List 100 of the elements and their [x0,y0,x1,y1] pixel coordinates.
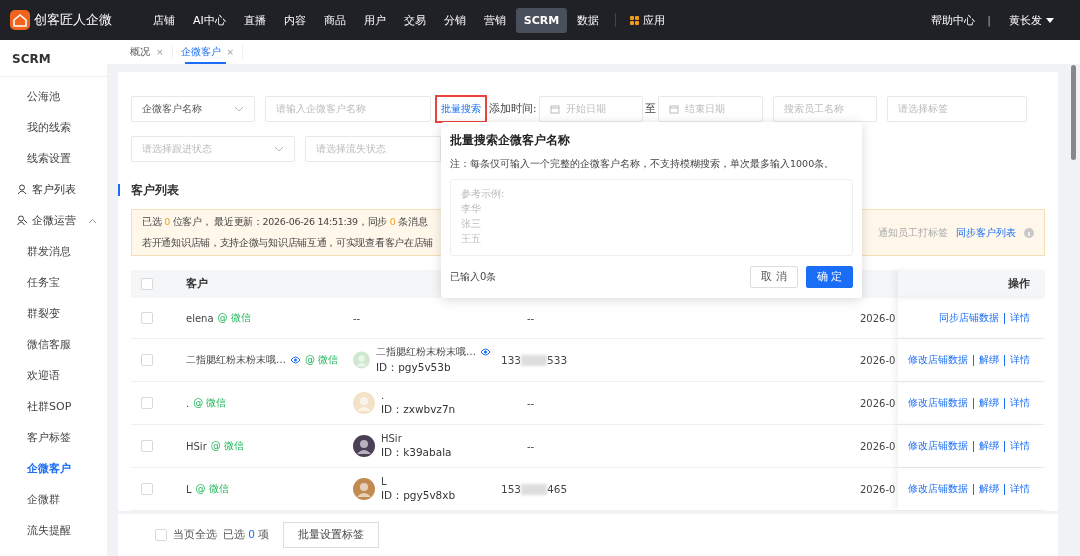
nav-item[interactable]: 交易 [395,6,434,34]
chevron-up-icon [88,217,97,224]
sidebar-item[interactable]: 社群SOP [0,391,107,422]
batch-tag-button[interactable]: 批量设置标签 [283,522,380,548]
nav-item[interactable]: AI中心 [185,6,234,34]
eye-icon [290,356,301,364]
member-id: ID：zxwbvz7n [381,402,456,417]
phone-prefix: 133 [501,354,522,366]
member-name: . [381,389,385,401]
nav-item[interactable]: 用户 [355,6,394,34]
checkbox[interactable] [155,529,167,541]
table-cell: -- [527,397,535,409]
user-icon [17,184,28,195]
nav-item[interactable]: 商品 [315,6,354,34]
action-link[interactable]: 解绑 [979,439,999,453]
date-separator: 至 [644,102,656,116]
sidebar-item[interactable]: 客户标签 [0,422,107,453]
nav-item[interactable]: 直播 [235,6,274,34]
checkbox[interactable] [141,278,153,290]
grid-icon [630,15,640,25]
action-link[interactable]: 修改店铺数据 [908,439,968,453]
action-link[interactable]: 修改店铺数据 [908,396,968,410]
action-link[interactable]: 详情 [1010,353,1030,367]
table-cell: -- [353,312,361,324]
sidebar-item[interactable]: 微信客服 [0,329,107,360]
checkbox[interactable] [141,440,153,452]
date-cell-text: 2026-0 [860,354,897,366]
user-menu[interactable]: 黄长发 [1003,12,1060,28]
sidebar-group[interactable]: 客户列表 [0,174,107,205]
sync-customers-link[interactable]: 同步客户列表 [956,225,1016,240]
chevron-down-icon [274,146,284,152]
action-link[interactable]: 同步店铺数据 [939,311,999,325]
avatar [353,349,370,371]
phone-prefix: 153 [501,483,522,495]
phone-suffix: 533 [547,354,568,366]
house-logo-icon [10,10,30,30]
eye-icon [480,348,491,356]
help-link[interactable]: 帮助中心 [931,12,976,28]
scrollbar[interactable] [1071,65,1076,160]
nav-item[interactable]: 内容 [275,6,314,34]
action-link[interactable]: 修改店铺数据 [908,482,968,496]
date-label: 添加时间: [489,102,537,116]
batch-search-button[interactable]: 批量搜索 [435,95,487,123]
input-count: 已输入0条 [450,270,498,284]
page-tab[interactable]: 概况 × [122,45,173,59]
sidebar-item[interactable]: 任务宝 [0,267,107,298]
calendar-icon [668,104,679,114]
action-link[interactable]: 解绑 [979,482,999,496]
confirm-button[interactable]: 确 定 [805,266,853,288]
popover-title: 批量搜索企微客户名称 [450,132,571,149]
field-select[interactable]: 企微客户名称 [131,96,255,122]
nav-item[interactable]: 分销 [435,6,474,34]
sidebar-item[interactable]: 群裂变 [0,298,107,329]
customer-name: HSir [186,440,207,452]
wechat-tag: @ 微信 [305,353,339,367]
cancel-button[interactable]: 取 消 [750,266,798,288]
nav-item[interactable]: SCRM [515,7,568,33]
action-link[interactable]: 解绑 [979,396,999,410]
checkbox[interactable] [141,312,153,324]
column-header: 操作 [1008,277,1030,291]
nav-item[interactable]: 数据 [569,6,608,34]
action-link[interactable]: 修改店铺数据 [908,353,968,367]
member-id: ID：pgy5v8xb [381,488,456,503]
wechat-tag: @ 微信 [195,482,229,496]
sidebar-item[interactable]: 企微群 [0,484,107,515]
apps-menu[interactable]: 应用 [624,12,672,28]
users-icon [17,215,28,226]
sidebar-item[interactable]: 我的线索 [0,112,107,143]
sidebar-item[interactable]: 企微客户 [0,453,107,484]
sidebar-group[interactable]: 企微运营 [0,205,107,236]
blur-mask [521,483,548,495]
customer-name: . [186,397,190,409]
action-link[interactable]: 详情 [1010,482,1030,496]
date-cell-text: 2026-0 [860,397,897,409]
action-link[interactable]: 解绑 [979,353,999,367]
sidebar-item[interactable]: 公海池 [0,81,107,112]
action-link[interactable]: 详情 [1010,396,1030,410]
checkbox[interactable] [141,354,153,366]
nav-item[interactable]: 店铺 [145,6,183,34]
action-link[interactable]: 详情 [1010,439,1030,453]
nav-item[interactable]: 营销 [475,6,514,34]
member-name: L [381,475,387,487]
date-cell-text: 2026-0 [860,440,897,452]
avatar [353,478,375,500]
sidebar-item[interactable]: 流失提醒 [0,515,107,546]
member-id: ID：pgy5v53b [376,361,452,375]
checkbox[interactable] [141,483,153,495]
table-cell: -- [527,440,535,452]
brand-name: 创客匠人企微 [34,11,112,29]
popover-note: 注：每条仅可输入一个完整的企微客户名称，不支持模糊搜索，单次最多输入1000条。 [450,158,836,171]
sidebar-item[interactable]: 群发消息 [0,236,107,267]
sidebar-item[interactable]: 欢迎语 [0,360,107,391]
action-link[interactable]: 详情 [1010,311,1030,325]
phone-suffix: 465 [547,483,568,495]
wechat-tag: @ 微信 [193,396,227,410]
wechat-tag: @ 微信 [217,311,251,325]
member-id: ID：k39abala [381,445,452,460]
avatar [353,435,375,457]
sidebar-item[interactable]: 线索设置 [0,143,107,174]
checkbox[interactable] [141,397,153,409]
